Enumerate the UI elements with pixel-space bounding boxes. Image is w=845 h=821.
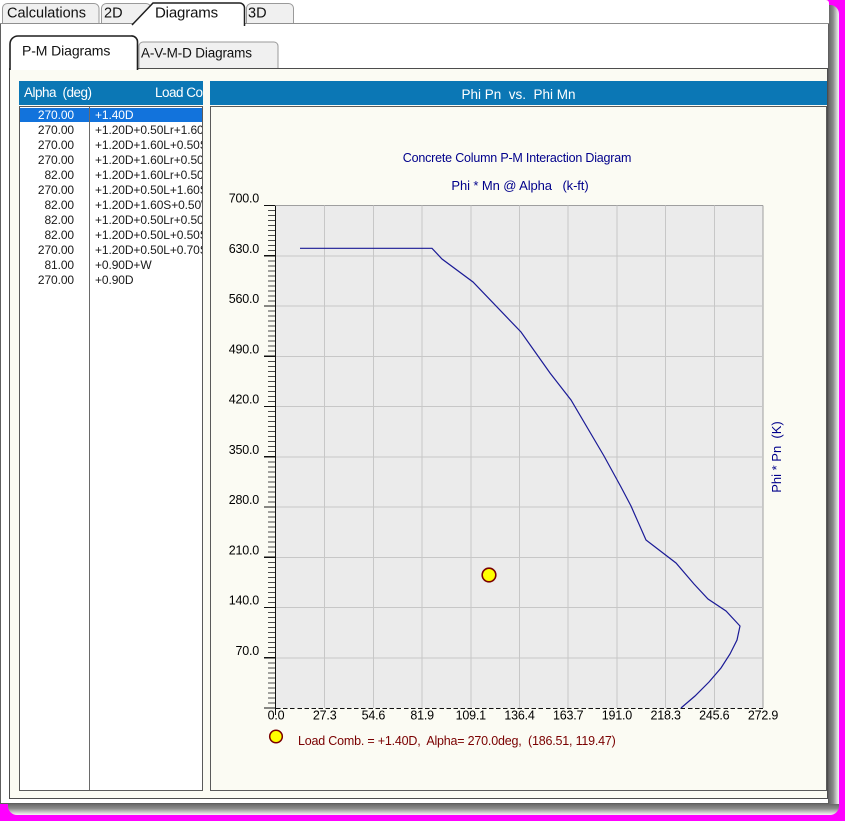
svg-text:Concrete Column P-M Interactio: Concrete Column P-M Interaction Diagram [403, 151, 631, 165]
svg-text:420.0: 420.0 [229, 393, 260, 407]
svg-text:700.0: 700.0 [229, 192, 260, 206]
svg-text:109.1: 109.1 [456, 709, 487, 723]
svg-text:70.0: 70.0 [235, 644, 259, 658]
svg-text:Load Comb. = +1.40D, Alpha= 2: Load Comb. = +1.40D, Alpha= 270.0deg, (1… [298, 734, 616, 748]
svg-text:560.0: 560.0 [229, 292, 260, 306]
svg-text:272.9: 272.9 [748, 709, 779, 723]
svg-text:54.6: 54.6 [362, 709, 386, 723]
svg-text:490.0: 490.0 [229, 342, 260, 356]
svg-text:136.4: 136.4 [504, 709, 535, 723]
svg-text:218.3: 218.3 [650, 709, 681, 723]
svg-text:630.0: 630.0 [229, 242, 260, 256]
svg-text:81.9: 81.9 [410, 709, 434, 723]
svg-text:280.0: 280.0 [229, 493, 260, 507]
svg-text:27.3: 27.3 [313, 709, 337, 723]
svg-text:Phi * Pn (K): Phi * Pn (K) [769, 421, 784, 493]
svg-text:210.0: 210.0 [229, 543, 260, 557]
svg-text:140.0: 140.0 [229, 594, 260, 608]
svg-text:191.0: 191.0 [602, 709, 633, 723]
svg-text:0.0: 0.0 [268, 709, 285, 723]
svg-text:245.6: 245.6 [699, 709, 730, 723]
svg-text:163.7: 163.7 [553, 709, 584, 723]
svg-text:Phi * Mn @ Alpha (k-ft): Phi * Mn @ Alpha (k-ft) [451, 178, 588, 193]
svg-text:350.0: 350.0 [229, 443, 260, 457]
